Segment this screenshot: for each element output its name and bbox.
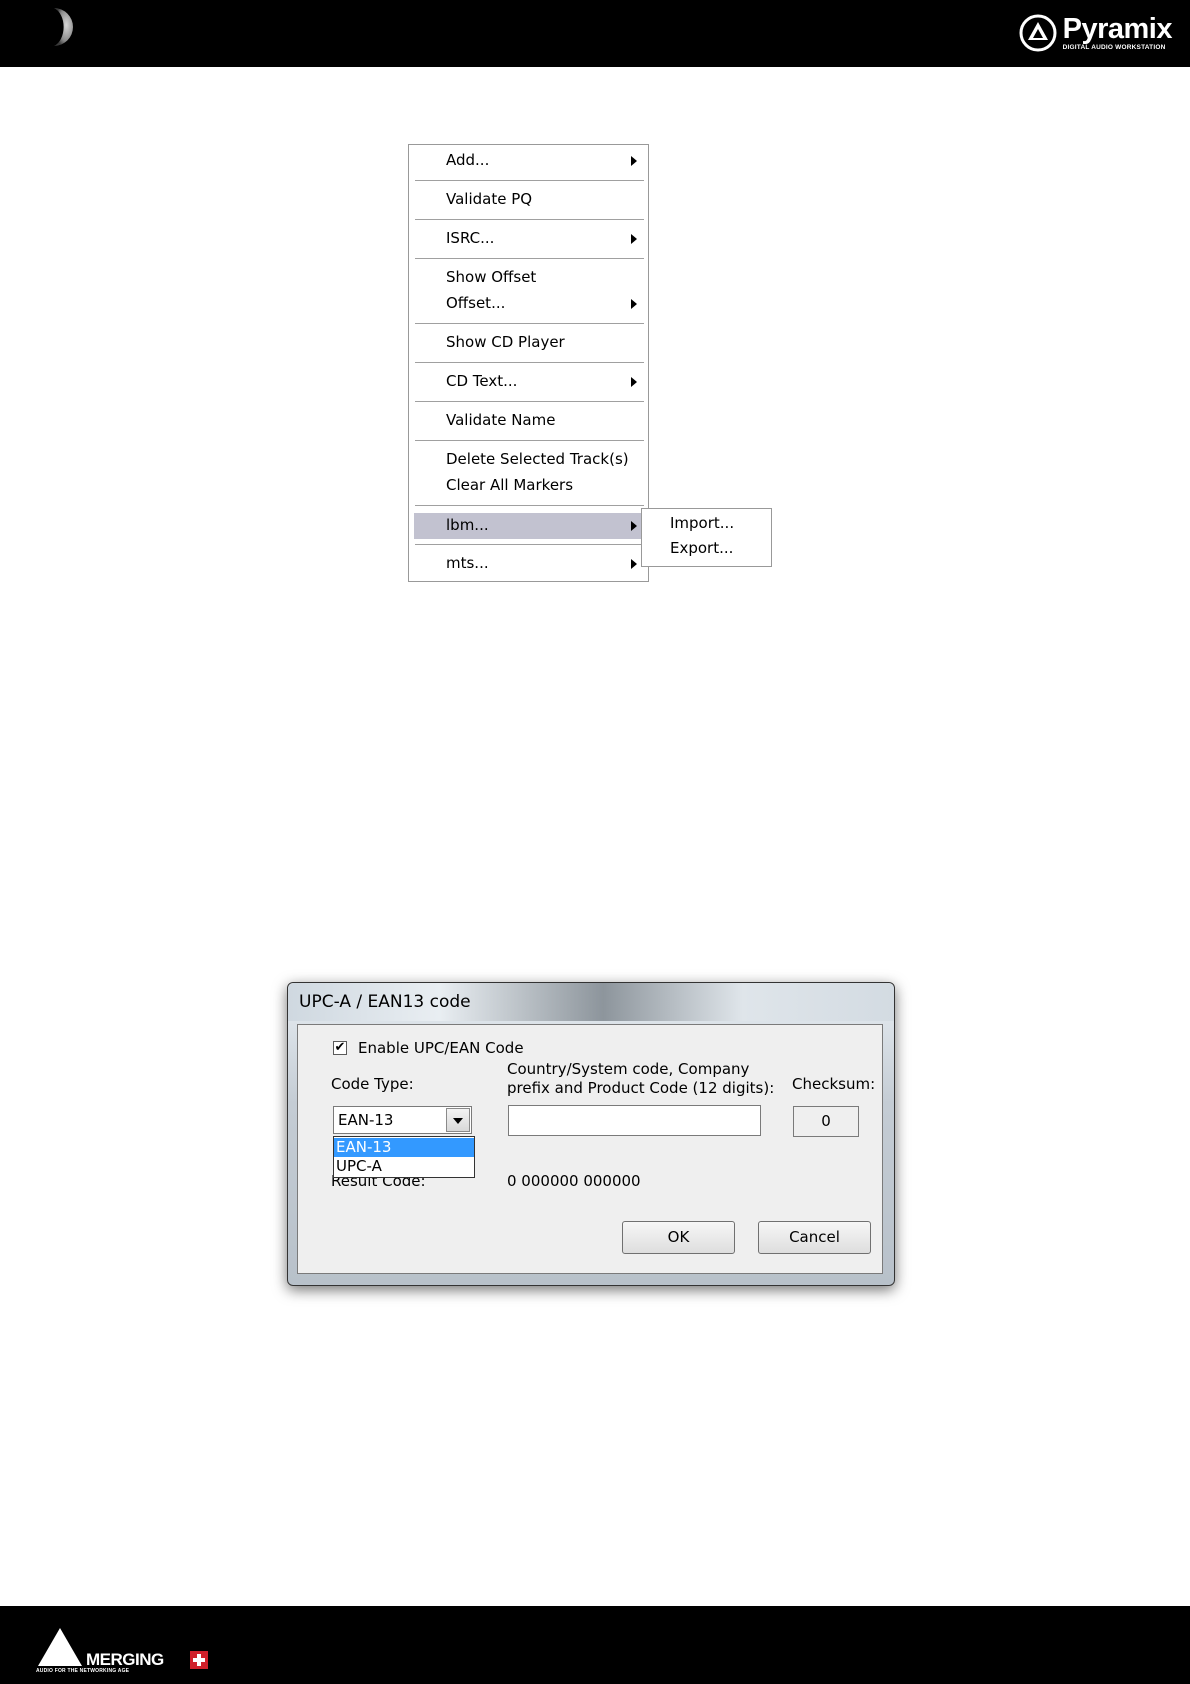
submenu-item-import[interactable]: Import... (670, 514, 734, 532)
code-type-label: Code Type: (331, 1075, 414, 1093)
menu-separator (415, 440, 644, 442)
moon-icon (54, 8, 73, 46)
checksum-field: 0 (793, 1106, 859, 1137)
enable-upc-ean-checkbox[interactable]: ✔ (333, 1041, 347, 1055)
chevron-down-icon[interactable] (446, 1108, 470, 1132)
merging-brand-name: MERGING (86, 1650, 164, 1669)
menu-item-mts[interactable]: mts... (414, 552, 643, 576)
menu-item-validate-name[interactable]: Validate Name (414, 409, 643, 433)
product-code-input[interactable] (508, 1105, 761, 1136)
code-type-value: EAN-13 (338, 1111, 394, 1129)
dropdown-option-ean13[interactable]: EAN-13 (334, 1138, 474, 1157)
lbm-submenu: Import... Export... (641, 508, 772, 567)
dialog-titlebar[interactable]: UPC-A / EAN13 code (288, 983, 894, 1021)
menu-item-show-cd-player[interactable]: Show CD Player (414, 331, 643, 355)
code-type-select[interactable]: EAN-13 (333, 1106, 472, 1134)
enable-upc-ean-label: Enable UPC/EAN Code (358, 1039, 524, 1057)
menu-item-label: Show Offset (446, 268, 537, 286)
country-code-label-line1: Country/System code, Company (507, 1060, 750, 1078)
menu-item-label: Delete Selected Track(s) (446, 450, 629, 468)
menu-separator (415, 544, 644, 546)
code-type-dropdown-list: EAN-13 UPC-A (333, 1136, 475, 1178)
menu-item-lbm[interactable]: lbm... (414, 513, 643, 539)
menu-separator (415, 505, 644, 507)
submenu-arrow-icon (631, 377, 637, 387)
result-code-value: 0 000000 000000 (507, 1172, 641, 1190)
menu-item-label: Offset... (446, 294, 506, 312)
logo-tagline: DIGITAL AUDIO WORKSTATION (1062, 43, 1166, 51)
submenu-item-export[interactable]: Export... (670, 539, 733, 557)
menu-separator (415, 219, 644, 221)
menu-item-label: lbm... (446, 516, 489, 534)
submenu-arrow-icon (631, 559, 637, 569)
swiss-cross-icon (190, 1651, 208, 1669)
page-footer: MERGING AUDIO FOR THE NETWORKING AGE (0, 1606, 1190, 1684)
pyramix-logo-icon (1019, 14, 1057, 52)
menu-item-label: Validate PQ (446, 190, 533, 208)
merging-tagline: AUDIO FOR THE NETWORKING AGE (36, 1668, 130, 1674)
menu-separator (415, 362, 644, 364)
logo-name: Pyramix (1062, 12, 1173, 45)
merging-logo: MERGING AUDIO FOR THE NETWORKING AGE (34, 1624, 224, 1674)
ok-button[interactable]: OK (622, 1221, 735, 1254)
submenu-arrow-icon (631, 156, 637, 166)
checkmark-icon: ✔ (334, 1040, 346, 1055)
menu-separator (415, 258, 644, 260)
menu-item-label: Add... (446, 151, 490, 169)
submenu-arrow-icon (631, 234, 637, 244)
menu-item-label: Clear All Markers (446, 476, 574, 494)
menu-item-cd-text[interactable]: CD Text... (414, 370, 643, 394)
menu-separator (415, 180, 644, 182)
dropdown-option-upca[interactable]: UPC-A (334, 1157, 474, 1176)
menu-separator (415, 401, 644, 403)
menu-item-add[interactable]: Add... (414, 149, 643, 173)
menu-item-label: Show CD Player (446, 333, 565, 351)
menu-item-offset[interactable]: Offset... (414, 292, 643, 316)
menu-separator (415, 323, 644, 325)
page-header: Pyramix DIGITAL AUDIO WORKSTATION (0, 0, 1190, 67)
menu-item-label: mts... (446, 554, 489, 572)
merging-triangle-icon (38, 1628, 82, 1666)
pyramix-logo: Pyramix DIGITAL AUDIO WORKSTATION (1019, 12, 1173, 54)
country-code-label-line2: prefix and Product Code (12 digits): (507, 1079, 775, 1097)
menu-item-label: Validate Name (446, 411, 556, 429)
submenu-arrow-icon (631, 521, 637, 531)
menu-item-show-offset[interactable]: Show Offset (414, 266, 643, 290)
menu-item-validate-pq[interactable]: Validate PQ (414, 188, 643, 212)
context-menu: Add... Validate PQ ISRC... Show Offset O… (408, 144, 649, 582)
checksum-label: Checksum: (792, 1075, 876, 1093)
menu-item-delete-selected-tracks[interactable]: Delete Selected Track(s) (414, 448, 643, 472)
cancel-button[interactable]: Cancel (758, 1221, 871, 1254)
menu-item-isrc[interactable]: ISRC... (414, 227, 643, 251)
menu-item-label: CD Text... (446, 372, 518, 390)
dialog-title: UPC-A / EAN13 code (299, 992, 471, 1012)
submenu-arrow-icon (631, 299, 637, 309)
menu-item-label: ISRC... (446, 229, 495, 247)
menu-item-clear-all-markers[interactable]: Clear All Markers (414, 474, 643, 498)
